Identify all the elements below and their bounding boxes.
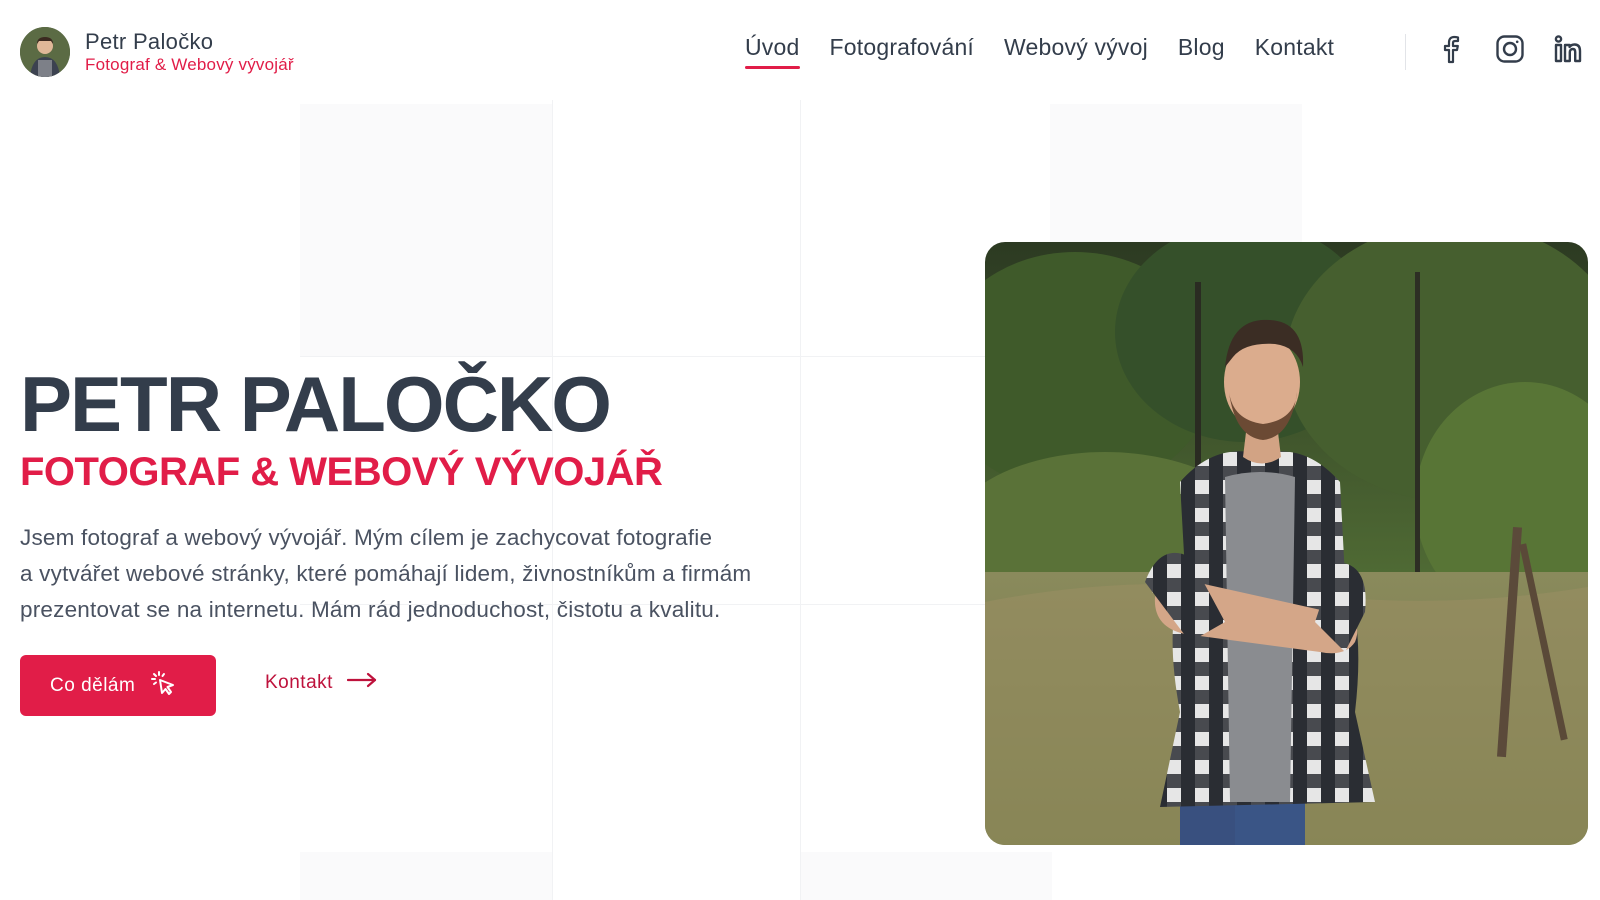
nav-item-kontakt[interactable]: Kontakt: [1255, 34, 1334, 67]
hero-section: PETR PALOČKO FOTOGRAF & WEBOVÝ VÝVOJÁŘ J…: [0, 0, 1600, 900]
linkedin-icon[interactable]: [1553, 33, 1585, 65]
hero-subtitle: FOTOGRAF & WEBOVÝ VÝVOJÁŘ: [20, 450, 663, 494]
portrait-photo: [985, 242, 1588, 845]
nav-item-fotografovani[interactable]: Fotografování: [830, 34, 975, 67]
nav-item-blog[interactable]: Blog: [1178, 34, 1225, 67]
what-i-do-button[interactable]: Co dělám: [20, 655, 216, 716]
nav-item-uvod[interactable]: Úvod: [745, 34, 800, 69]
contact-link-label: Kontakt: [265, 672, 333, 693]
cursor-click-icon: [149, 669, 177, 703]
main-nav: Úvod Fotografování Webový vývoj Blog Kon…: [745, 34, 1364, 69]
brand-subtitle: Fotograf & Webový vývojář: [85, 55, 294, 74]
site-header: Petr Paločko Fotograf & Webový vývojář Ú…: [0, 0, 1600, 104]
brand-logo-link[interactable]: Petr Paločko Fotograf & Webový vývojář: [20, 27, 294, 77]
hero-description-line: a vytvářet webové stránky, které pomáhaj…: [20, 561, 752, 586]
hero-description-line: Jsem fotograf a webový vývojář. Mým cíle…: [20, 525, 713, 550]
nav-divider: [1405, 34, 1406, 70]
arrow-right-icon: [346, 672, 377, 694]
hero-description: Jsem fotograf a webový vývojář. Mým cíle…: [20, 520, 840, 628]
instagram-icon[interactable]: [1494, 33, 1526, 65]
avatar: [20, 27, 70, 77]
hero-title: PETR PALOČKO: [20, 360, 612, 448]
nav-item-webovy-vyvoj[interactable]: Webový vývoj: [1004, 34, 1148, 67]
contact-link[interactable]: Kontakt: [265, 672, 377, 694]
brand-name: Petr Paločko: [85, 29, 214, 54]
what-i-do-button-label: Co dělám: [50, 674, 136, 696]
facebook-icon[interactable]: [1435, 33, 1467, 65]
hero-description-line: prezentovat se na internetu. Mám rád jed…: [20, 597, 721, 622]
